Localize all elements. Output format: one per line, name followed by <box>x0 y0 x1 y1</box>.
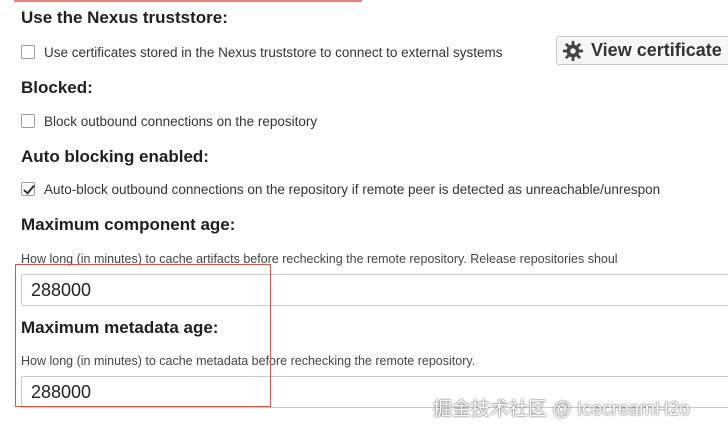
view-certificate-button[interactable]: View certificate <box>556 36 728 65</box>
max-component-age-heading: Maximum component age: <box>21 215 236 234</box>
auto-blocking-checkbox-row[interactable]: Auto-block outbound connections on the r… <box>21 180 660 198</box>
blocked-checkbox-label: Block outbound connections on the reposi… <box>44 113 318 129</box>
truststore-checkbox[interactable] <box>21 45 35 59</box>
watermark-text: 掘金技术社区 @ IcecreamH2o <box>433 399 690 420</box>
auto-blocking-checkbox[interactable] <box>21 182 35 196</box>
truststore-checkbox-label: Use certificates stored in the Nexus tru… <box>44 44 503 60</box>
top-highlight-rule <box>14 0 362 2</box>
truststore-checkbox-row[interactable]: Use certificates stored in the Nexus tru… <box>21 43 502 61</box>
gear-icon <box>562 40 584 61</box>
blocked-checkbox[interactable] <box>21 114 35 128</box>
auto-blocking-heading: Auto blocking enabled: <box>21 147 209 166</box>
auto-blocking-checkbox-label: Auto-block outbound connections on the r… <box>44 181 661 197</box>
truststore-heading: Use the Nexus truststore: <box>21 8 228 27</box>
blocked-checkbox-row[interactable]: Block outbound connections on the reposi… <box>21 112 317 130</box>
highlight-box <box>15 264 271 407</box>
blocked-heading: Blocked: <box>21 78 93 97</box>
view-certificate-label: View certificate <box>591 40 722 60</box>
